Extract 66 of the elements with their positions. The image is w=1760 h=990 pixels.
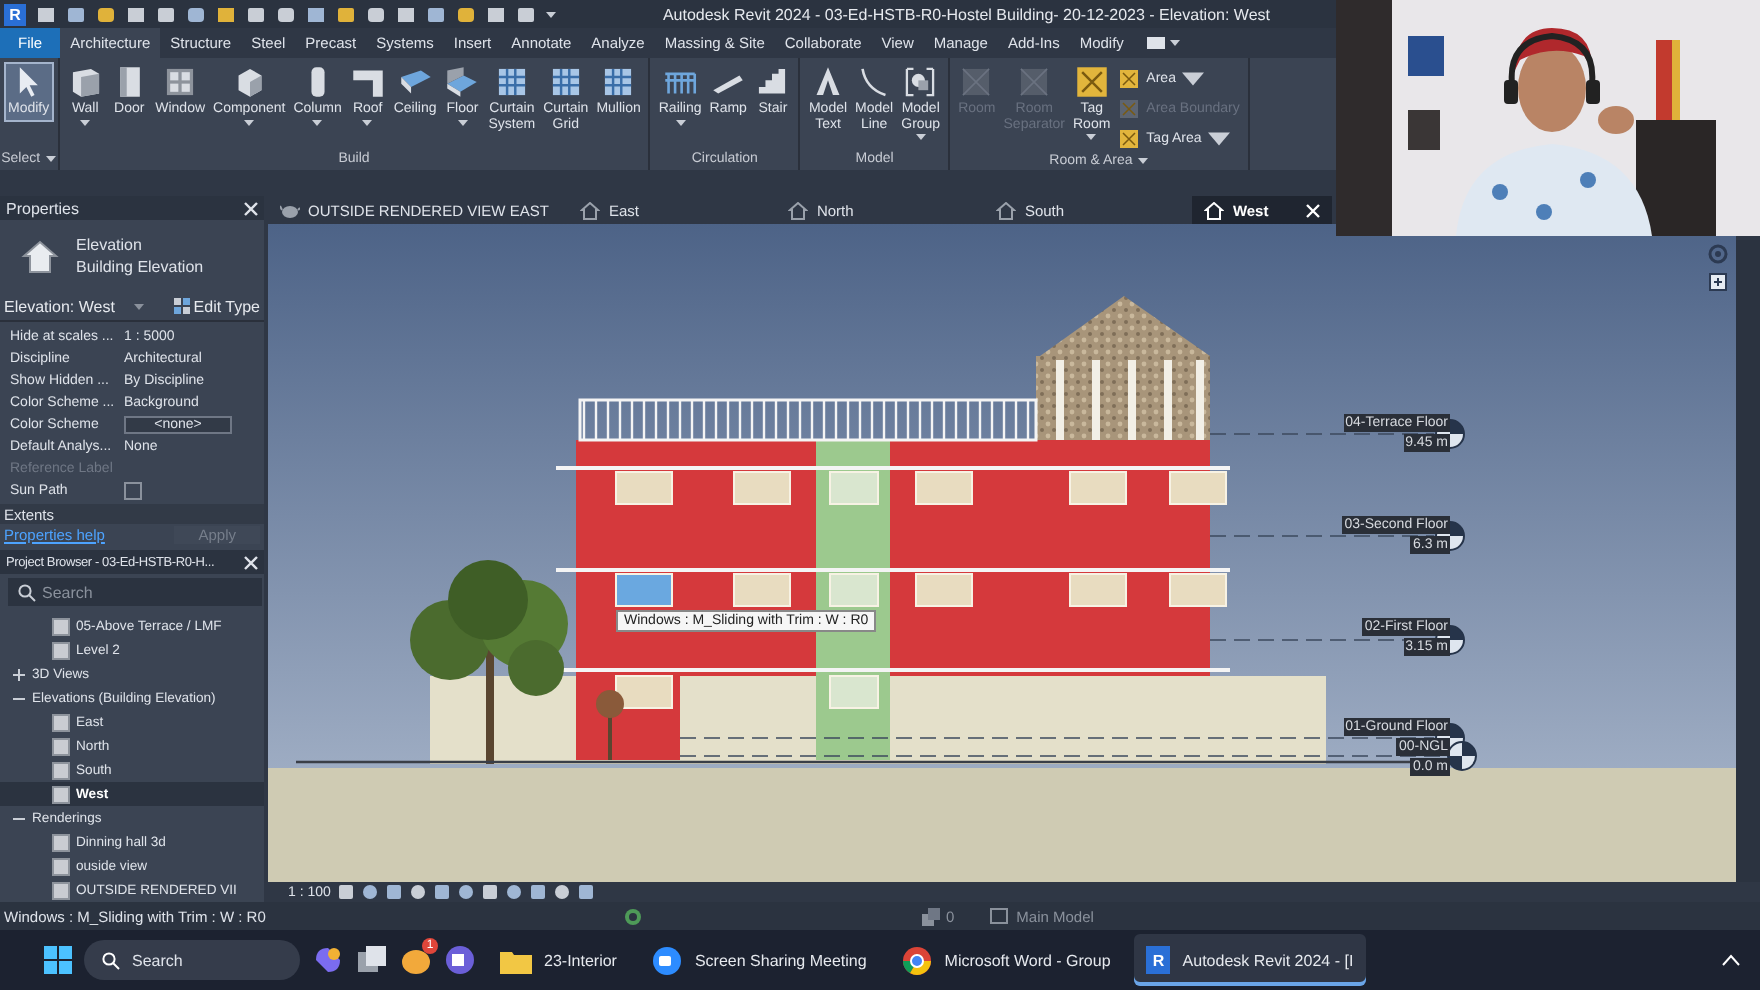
group-icon bbox=[902, 64, 939, 100]
search-icon bbox=[18, 583, 36, 601]
chat-icon bbox=[400, 944, 432, 976]
zoom-icon bbox=[1708, 272, 1728, 292]
caret-icon bbox=[1169, 40, 1180, 46]
grid-icon bbox=[173, 298, 190, 314]
close-icon bbox=[244, 201, 258, 215]
worksets-icon bbox=[922, 907, 940, 925]
panel-title: Properties bbox=[6, 199, 79, 217]
house-icon bbox=[1204, 201, 1225, 219]
caret-icon bbox=[46, 156, 57, 162]
meeting-icon bbox=[652, 945, 683, 975]
design-options-icon bbox=[990, 908, 1009, 924]
caret-icon bbox=[244, 119, 255, 126]
search-field[interactable]: Search bbox=[84, 940, 300, 980]
type-selector[interactable]: Elevation: West bbox=[4, 297, 145, 315]
house-icon bbox=[788, 201, 809, 219]
taskbar-app[interactable]: R Autodesk Revit 2024 - [I bbox=[1134, 934, 1366, 986]
expand-icon bbox=[12, 667, 26, 681]
caret-icon bbox=[546, 11, 556, 17]
search-field[interactable]: Search bbox=[8, 578, 262, 606]
house-icon bbox=[996, 201, 1017, 219]
task-view-icon bbox=[356, 944, 388, 976]
window-title: Autodesk Revit 2024 - 03-Ed-HSTB-R0-Hostel Building- 20-12-2023 - Elevation: West bbox=[662, 5, 1270, 23]
caret-icon bbox=[1207, 128, 1230, 150]
taskbar-app[interactable]: 23-Interior bbox=[488, 934, 629, 986]
caret-icon bbox=[80, 119, 91, 126]
type-detail: Building Elevation bbox=[76, 258, 204, 276]
caret-icon bbox=[134, 303, 145, 309]
copilot-icon bbox=[312, 944, 344, 976]
scrollbar[interactable] bbox=[1736, 240, 1760, 882]
curtain-grid-icon bbox=[493, 64, 530, 100]
steering-wheel-icon bbox=[1708, 244, 1728, 264]
room-icon bbox=[1016, 64, 1053, 100]
caret-icon bbox=[675, 119, 686, 126]
floor-icon bbox=[444, 64, 481, 100]
windows-logo-icon bbox=[44, 946, 72, 974]
caret-icon bbox=[915, 134, 926, 141]
caret-icon bbox=[362, 119, 373, 126]
app-logo: R bbox=[1146, 946, 1171, 974]
tree-drawing bbox=[596, 690, 624, 760]
caret-icon bbox=[312, 119, 323, 126]
chevron-up-icon bbox=[1722, 954, 1740, 966]
caret-icon bbox=[1086, 134, 1097, 141]
video-call-icon bbox=[444, 944, 476, 976]
room-icon bbox=[958, 64, 995, 100]
checkbox[interactable] bbox=[124, 482, 142, 500]
house-icon bbox=[580, 201, 601, 219]
type-name: Elevation bbox=[76, 236, 144, 254]
elevation-icon bbox=[20, 238, 60, 274]
close-icon bbox=[1306, 203, 1321, 217]
display-icon bbox=[1145, 36, 1166, 50]
caret-icon bbox=[1181, 68, 1204, 90]
caret-icon bbox=[1138, 158, 1149, 164]
caret-icon bbox=[457, 119, 468, 126]
curtain-grid-icon bbox=[547, 64, 584, 100]
close-icon bbox=[244, 555, 258, 569]
teapot-icon bbox=[280, 202, 300, 218]
taskbar-app[interactable]: Screen Sharing Meeting bbox=[640, 934, 879, 986]
browser-icon bbox=[902, 945, 933, 975]
mullion-icon bbox=[600, 64, 637, 100]
taskbar-app[interactable]: Microsoft Word - Group bbox=[890, 934, 1123, 986]
search-icon bbox=[102, 951, 120, 969]
wall-icon bbox=[67, 64, 104, 100]
app-logo[interactable]: R bbox=[4, 3, 26, 25]
edit-type-button[interactable]: Edit Type bbox=[173, 297, 260, 315]
